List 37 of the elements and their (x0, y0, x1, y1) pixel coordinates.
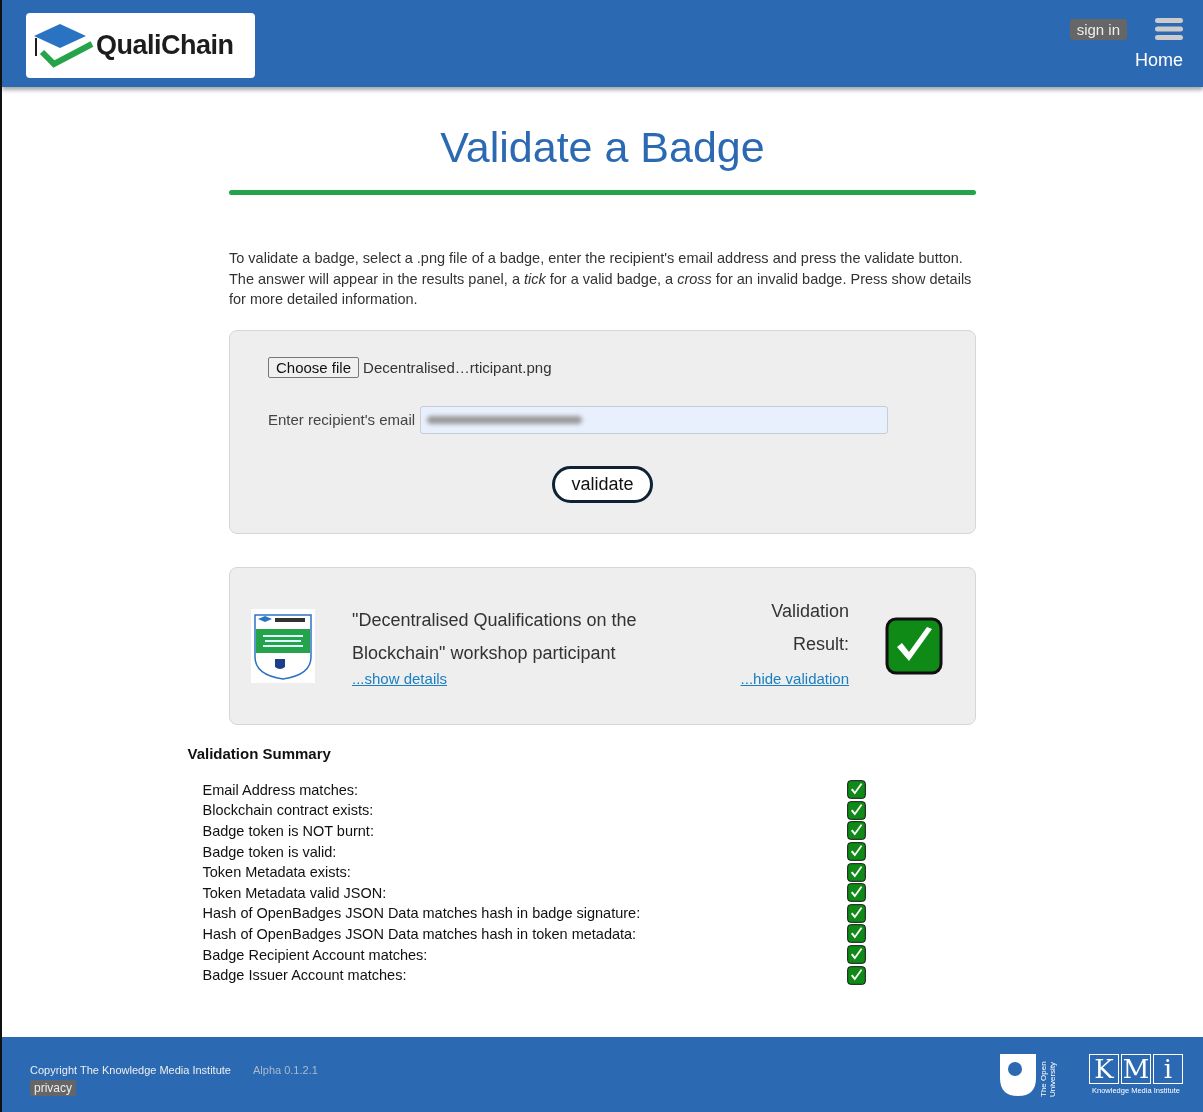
check-label: Email Address matches: (202, 781, 359, 798)
hide-validation-link[interactable]: ...hide validation (740, 661, 849, 696)
menu-icon[interactable] (1155, 18, 1183, 40)
badge-name: "Decentralised Qualifications on the Blockchain" workshop participant (352, 609, 638, 665)
mortarboard-tick-icon (32, 21, 94, 70)
instructions-text: The answer will appear in the results panel, a tick for a valid badge, a cross for an invalid badge. Press show details for more detailed information. (229, 269, 973, 309)
page-title: Validate a Badge (440, 123, 765, 172)
privacy-link[interactable]: privacy (30, 1079, 76, 1096)
check-label: Hash of OpenBadges JSON Data matches hash in badge signature: (202, 905, 641, 922)
choose-file-button[interactable]: Choose file (268, 356, 360, 378)
check-label: Badge Issuer Account matches: (202, 967, 407, 984)
check-label: Token Metadata valid JSON: (202, 884, 387, 901)
check-label: Badge Recipient Account matches: (202, 946, 428, 963)
summary-title: Validation Summary (187, 744, 332, 762)
check-label: Blockchain contract exists: (202, 802, 374, 819)
instructions-text: To validate a badge, select a .png file of a badge, enter the recipient's email address and press the validate button. (229, 249, 964, 268)
validation-result-label: Validation Result: (770, 600, 849, 656)
shield-logo-icon (1000, 1053, 1036, 1096)
email-label: Enter recipient's email (268, 411, 416, 428)
logo-letter: K (1089, 1054, 1119, 1084)
university-name: The Open University (1039, 1059, 1058, 1097)
qualichain-logo[interactable]: QualiChain (26, 13, 255, 78)
email-field[interactable] (420, 405, 889, 434)
check-label: Badge token is NOT burnt: (202, 823, 374, 839)
show-details-link[interactable]: ...show details (352, 670, 672, 687)
version-text: Alpha 0.1.2.1 (253, 1063, 318, 1076)
file-name: Decentralised…rticipant.png (363, 358, 552, 376)
home-link[interactable]: Home (1135, 50, 1183, 71)
validate-button[interactable]: validate (552, 465, 653, 503)
copyright-text: Copyright The Knowledge Media Institute (30, 1063, 231, 1076)
check-label: Badge token is valid: (202, 843, 337, 860)
check-label: Token Metadata exists: (202, 864, 351, 881)
sign-in-button[interactable]: sign in (1069, 18, 1127, 40)
logo-text: QualiChain (96, 30, 234, 61)
logo-letter: i (1153, 1054, 1183, 1084)
check-label: Hash of OpenBadges JSON Data matches hash in token metadata: (202, 925, 637, 942)
logo-letter: M (1121, 1054, 1151, 1084)
